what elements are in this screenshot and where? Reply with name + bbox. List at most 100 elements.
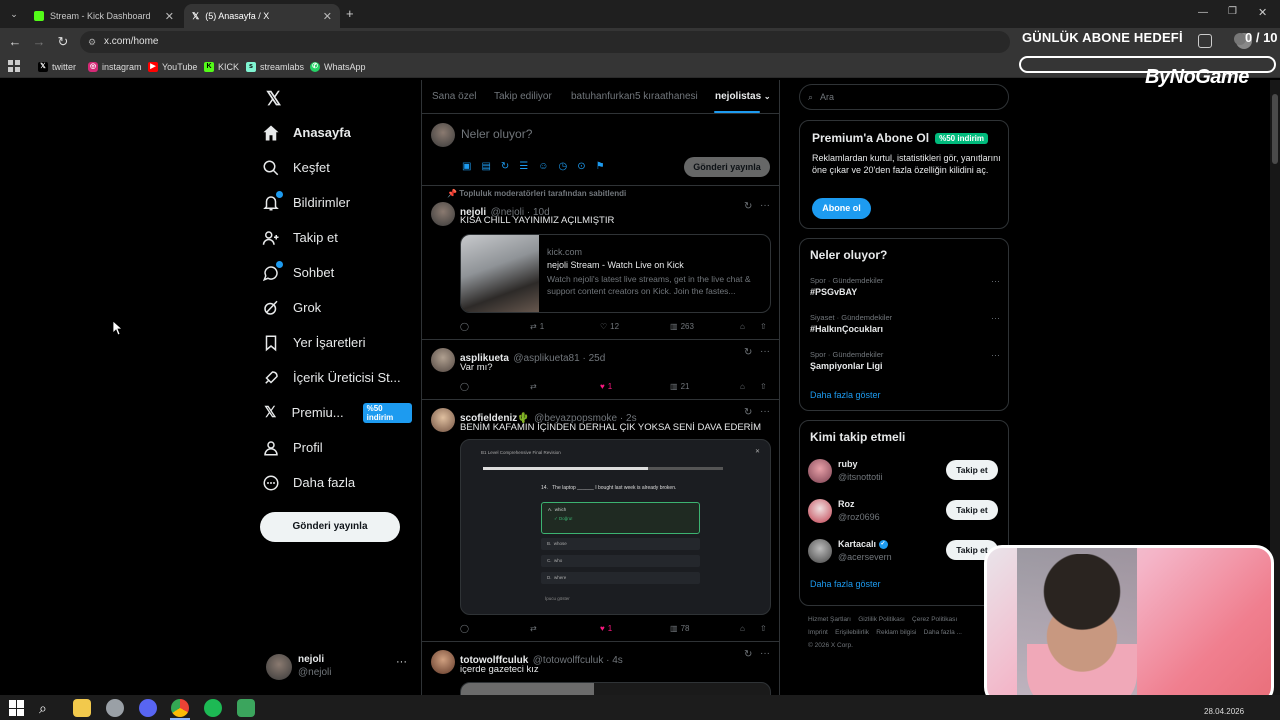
share-icon[interactable]: ⇧ <box>760 624 767 633</box>
tweet-image[interactable]: B1 Level Comprehensive Final Revision ✕ … <box>460 439 771 615</box>
tab-x-home[interactable]: 𝕏 (5) Anasayfa / X ✕ <box>184 4 340 28</box>
footer-link[interactable]: Daha fazla ... <box>924 629 962 636</box>
spotify-icon[interactable] <box>204 699 222 717</box>
close-tab-icon[interactable]: ✕ <box>323 10 332 23</box>
gif-icon[interactable]: ▤ <box>481 161 490 172</box>
windows-start-icon[interactable] <box>8 699 26 717</box>
more-icon[interactable]: ··· <box>760 346 770 357</box>
nav-more[interactable]: Daha fazla <box>262 465 355 500</box>
tweet-avatar[interactable] <box>431 408 455 432</box>
footer-link[interactable]: Reklam bilgisi <box>876 629 916 636</box>
bookmark-whatsapp[interactable]: ✆ WhatsApp <box>310 59 366 75</box>
app-icon[interactable] <box>106 699 124 717</box>
image-icon[interactable]: ▣ <box>462 161 471 172</box>
reload-icon[interactable]: ↻ <box>54 33 72 51</box>
bookmark-icon[interactable]: ⌂ <box>740 624 745 633</box>
nav-grok[interactable]: Grok <box>262 290 321 325</box>
tab-community-batuhanfurkan5[interactable]: batuhanfurkan5 kıraathanesi <box>571 80 698 113</box>
tab-community-nejolistas[interactable]: nejolistas ⌄ <box>715 80 771 113</box>
app-icon[interactable] <box>237 699 255 717</box>
minimize-icon[interactable]: — <box>1198 7 1208 18</box>
bookmark-youtube[interactable]: ▶ YouTube <box>148 59 197 75</box>
nav-premium[interactable]: 𝕏 Premiu... %50 indirim <box>262 395 412 430</box>
search-input[interactable]: ⌕ Ara <box>799 84 1009 110</box>
tab-for-you[interactable]: Sana özel <box>432 80 476 113</box>
close-tab-icon[interactable]: ✕ <box>165 10 174 23</box>
tweet-avatar[interactable] <box>431 348 455 372</box>
like-button[interactable]: ♥ 1 <box>600 624 612 633</box>
compose-input[interactable]: Neler oluyor? <box>461 127 532 141</box>
x-logo-icon[interactable]: 𝕏 <box>266 88 281 111</box>
tab-search-icon[interactable]: ⌄ <box>6 6 22 22</box>
reply-icon[interactable]: ◯ <box>460 382 469 391</box>
scrollbar-thumb[interactable] <box>1272 94 1278 164</box>
more-icon[interactable]: ··· <box>991 313 1000 323</box>
post-button[interactable]: Gönderi yayınla <box>260 512 400 542</box>
tweet[interactable]: 📌 Topluluk moderatörleri tarafından sabi… <box>422 186 779 338</box>
emoji-icon[interactable]: ☺ <box>538 161 548 172</box>
more-icon[interactable]: ··· <box>991 276 1000 286</box>
share-icon[interactable]: ⇧ <box>760 322 767 331</box>
link-card[interactable]: kick.com nejoli Stream - Watch Live on K… <box>460 234 771 313</box>
forward-icon[interactable]: → <box>30 33 48 51</box>
file-explorer-icon[interactable] <box>73 699 91 717</box>
grok-icon[interactable]: ↻ <box>744 407 752 418</box>
share-icon[interactable]: ⇧ <box>760 382 767 391</box>
who-to-follow-show-more[interactable]: Daha fazla göster <box>810 579 881 589</box>
footer-link[interactable]: Imprint <box>808 629 828 636</box>
grok-icon[interactable]: ↻ <box>744 649 752 660</box>
tweet[interactable]: totowolffculuk @totowolffculuk · 4s ↻ ··… <box>422 642 779 695</box>
search-icon[interactable]: ⌕ <box>39 699 57 717</box>
tab-following[interactable]: Takip ediliyor <box>494 80 552 113</box>
poll-icon[interactable]: ☰ <box>519 161 528 172</box>
nav-notifications[interactable]: Bildirimler <box>262 185 350 220</box>
site-info-icon[interactable]: ⚙ <box>88 31 96 53</box>
views-button[interactable]: ▥ 78 <box>670 624 689 633</box>
like-button[interactable]: ♡ 12 <box>600 322 619 331</box>
views-button[interactable]: ▥ 21 <box>670 382 689 391</box>
close-window-icon[interactable]: ✕ <box>1258 6 1267 19</box>
back-icon[interactable]: ← <box>6 33 24 51</box>
bookmark-instagram[interactable]: ◎ instagram <box>88 59 142 75</box>
flag-icon[interactable]: ⚑ <box>596 161 605 172</box>
tweet[interactable]: asplikueta @asplikueta81 · 25d ↻ ··· Var… <box>422 340 779 398</box>
restore-icon[interactable]: ❐ <box>1228 6 1237 17</box>
discord-icon[interactable] <box>139 699 157 717</box>
more-icon[interactable]: ··· <box>760 648 770 659</box>
grok-icon[interactable]: ↻ <box>744 347 752 358</box>
nav-profile[interactable]: Profil <box>262 430 323 465</box>
extensions-icon[interactable] <box>1198 34 1212 48</box>
tab-kick-dashboard[interactable]: Stream - Kick Dashboard ✕ <box>26 4 182 28</box>
account-switcher[interactable]: nejoli @nejoli ··· <box>262 650 412 686</box>
apps-grid-icon[interactable] <box>8 60 20 72</box>
footer-link[interactable]: Gizlilik Politikası <box>858 616 905 623</box>
grok-icon[interactable]: ↻ <box>501 161 509 172</box>
repost-button[interactable]: ⇄ 1 <box>530 322 544 331</box>
schedule-icon[interactable]: ◷ <box>558 161 567 172</box>
tweet-avatar[interactable] <box>431 650 455 674</box>
repost-icon[interactable]: ⇄ <box>530 382 537 391</box>
views-button[interactable]: ▥ 263 <box>670 322 694 331</box>
more-icon[interactable]: ··· <box>396 656 407 668</box>
trends-show-more[interactable]: Daha fazla göster <box>810 390 881 400</box>
nav-creator-studio[interactable]: İçerik Üreticisi St... <box>262 360 401 395</box>
reply-icon[interactable]: ◯ <box>460 624 469 633</box>
more-icon[interactable]: ··· <box>760 200 770 211</box>
nav-explore[interactable]: Keşfet <box>262 150 330 185</box>
location-icon[interactable]: ⊙ <box>577 161 585 172</box>
like-button[interactable]: ♥ 1 <box>600 382 612 391</box>
bookmark-twitter[interactable]: 𝕏twitter <box>38 59 76 75</box>
bookmark-icon[interactable]: ⌂ <box>740 322 745 331</box>
bookmark-icon[interactable]: ⌂ <box>740 382 745 391</box>
nav-follow[interactable]: Takip et <box>262 220 338 255</box>
tweet-image[interactable] <box>460 682 771 695</box>
grok-icon[interactable]: ↻ <box>744 201 752 212</box>
follow-suggestion[interactable]: Roz @roz0696 Takip et <box>808 497 1000 525</box>
nav-bookmarks[interactable]: Yer İşaretleri <box>262 325 366 360</box>
trend-item[interactable]: Spor · Gündemdekiler #PSGvBAY ··· <box>810 276 1000 297</box>
follow-button[interactable]: Takip et <box>946 500 998 520</box>
tweet[interactable]: scofieldeniz🌵 @beyazpopsmoke · 2s ↻ ··· … <box>422 400 779 640</box>
trend-item[interactable]: Siyaset · Gündemdekiler #HalkınÇocukları… <box>810 313 1000 334</box>
nav-home[interactable]: Anasayfa <box>262 115 351 150</box>
nav-chat[interactable]: Sohbet <box>262 255 334 290</box>
